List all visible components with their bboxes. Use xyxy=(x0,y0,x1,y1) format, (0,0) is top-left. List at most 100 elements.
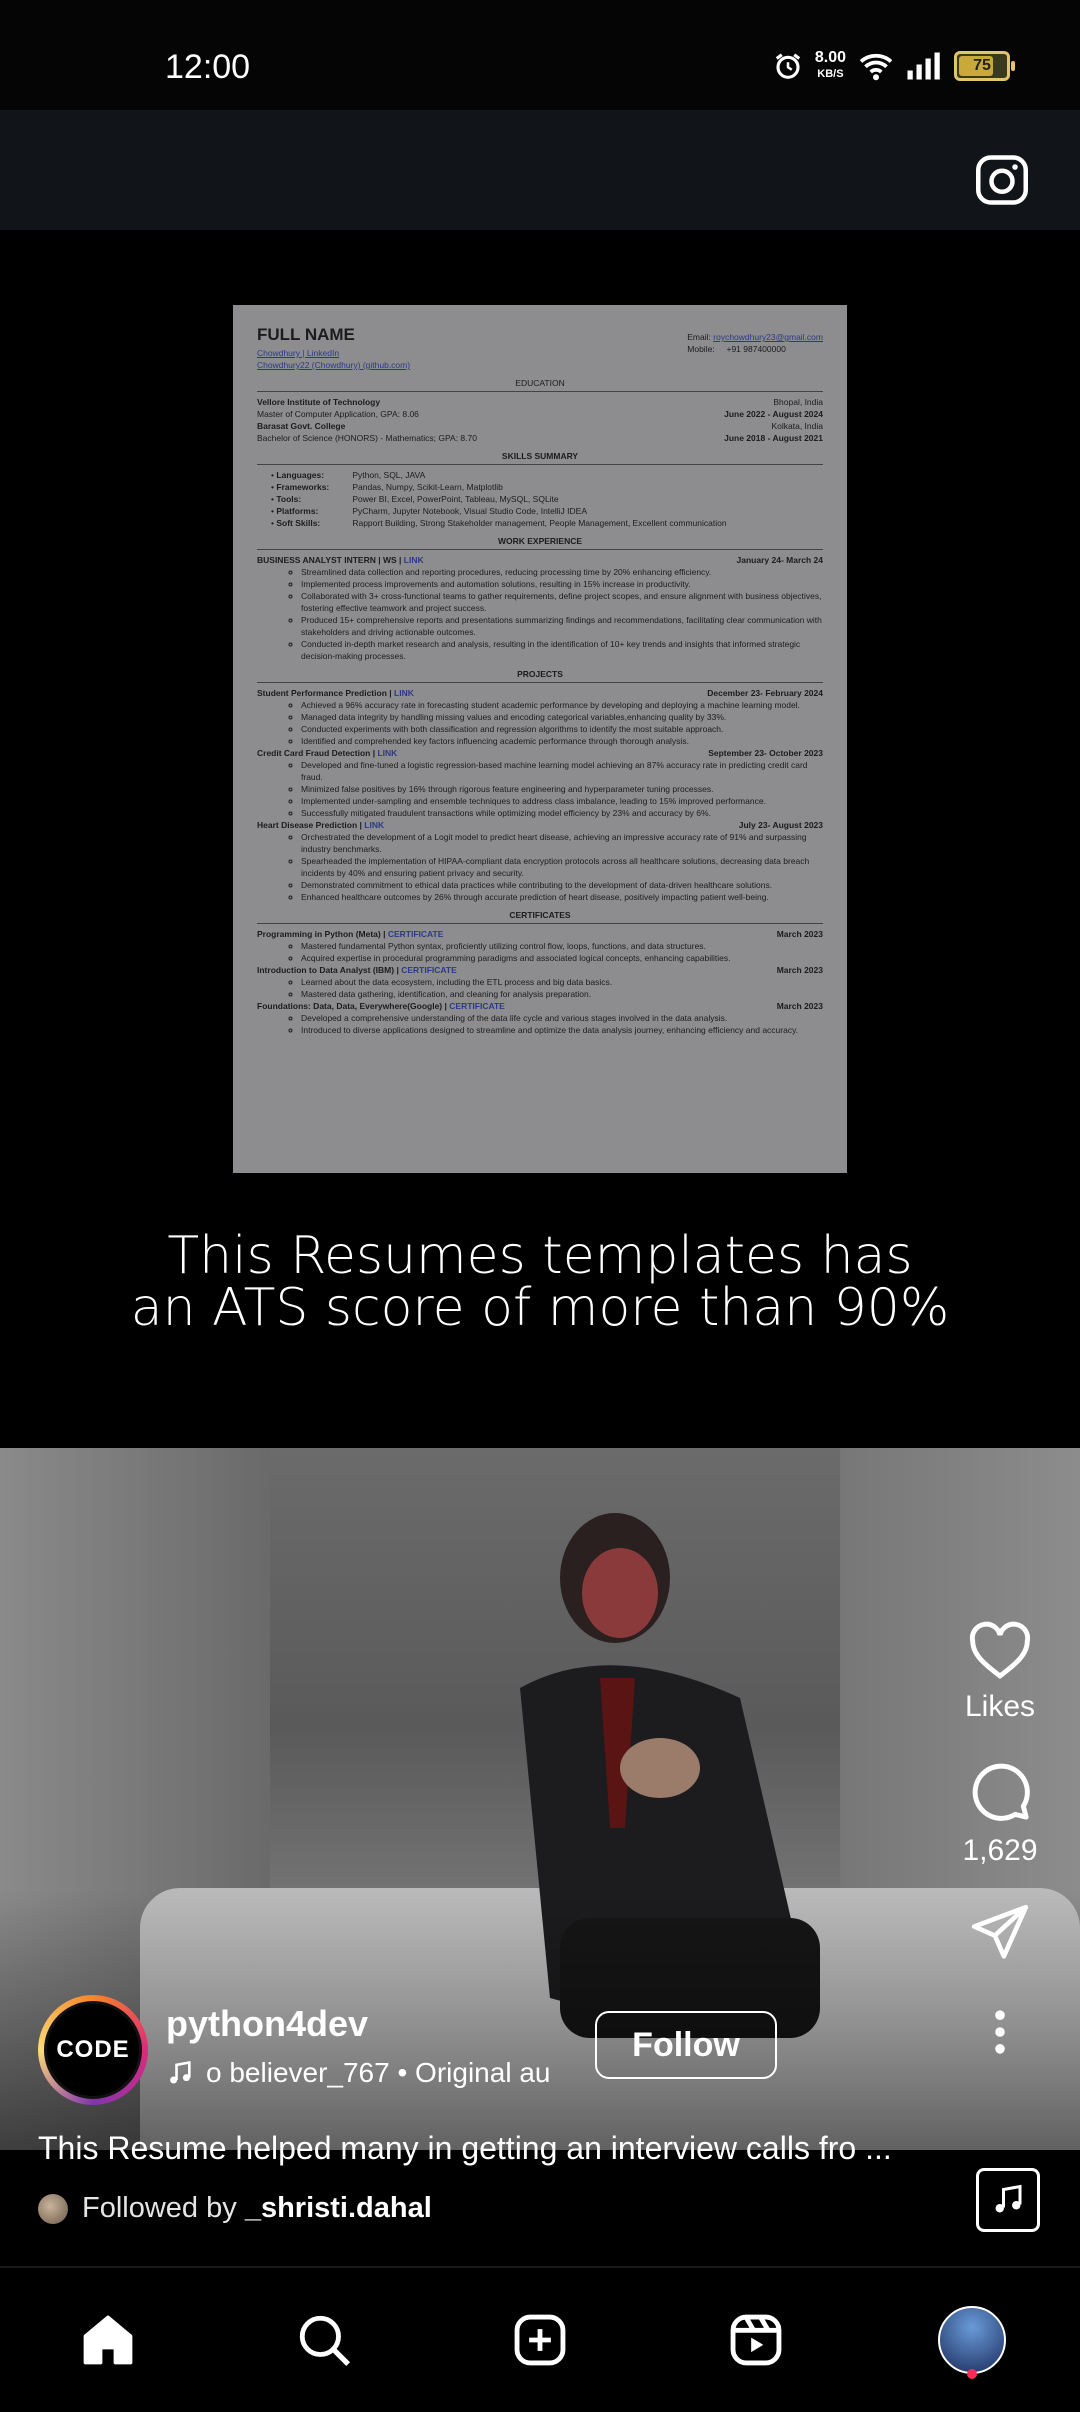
resume-bullet: Identified and comprehended key factors … xyxy=(301,735,823,747)
reel-caption-overlay: This Resumes templates has an ATS score … xyxy=(0,1230,1080,1334)
audio-info[interactable]: o believer_767 • Original au xyxy=(166,2057,550,2089)
add-post-icon xyxy=(514,2314,566,2366)
resume-certificates: Programming in Python (Meta) | CERTIFICA… xyxy=(257,928,823,1036)
resume-email: roychowdhury23@gmail.com xyxy=(713,332,823,342)
skill-value: Power BI, Excel, PowerPoint, Tableau, My… xyxy=(352,494,559,504)
skill-key: Platforms: xyxy=(276,506,319,516)
battery-indicator: 75 xyxy=(954,51,1015,81)
reels-icon xyxy=(730,2314,782,2366)
comment-icon xyxy=(972,1763,1030,1821)
resume-text: Vellore Institute of Technology xyxy=(257,397,381,407)
bottom-navigation xyxy=(0,2266,1080,2412)
followed-by[interactable]: Followed by _shristi.dahal xyxy=(38,2192,432,2225)
author-avatar[interactable]: CODE xyxy=(38,1995,148,2105)
follower-avatar xyxy=(38,2193,68,2224)
alarm-icon xyxy=(775,53,801,79)
resume-email-label: Email: xyxy=(687,332,711,342)
caption-line: an ATS score of more than 90% xyxy=(130,1278,950,1338)
resume-bullet: Produced 15+ comprehensive reports and p… xyxy=(301,614,823,638)
resume-entry-link: CERTIFICATE xyxy=(449,1001,505,1011)
resume-entry-title: Introduction to Data Analyst (IBM) | xyxy=(257,965,399,975)
comment-button[interactable]: 1,629 xyxy=(962,1758,1038,1868)
avatar-logo-text: CODE xyxy=(44,2001,142,2099)
profile-avatar xyxy=(938,2306,1006,2374)
notification-dot xyxy=(967,2369,977,2379)
resume-bullet: Mastered data gathering, identification,… xyxy=(301,988,823,1000)
resume-entry-title: Heart Disease Prediction | xyxy=(257,820,362,830)
author-username[interactable]: python4dev xyxy=(166,2003,368,2045)
resume-entry-link: LINK xyxy=(364,820,385,830)
nav-profile[interactable] xyxy=(927,2295,1017,2385)
resume-bullet: Streamlined data collection and reportin… xyxy=(301,566,823,578)
camera-button[interactable] xyxy=(972,150,1032,210)
resume-entry-link: LINK xyxy=(394,688,414,698)
follower-name: _shristi.dahal xyxy=(244,2192,432,2224)
resume-bullet: Minimized false positives by 16% through… xyxy=(301,783,823,795)
skill-value: Python, SQL, JAVA xyxy=(352,470,426,480)
speed-value: 8.00 xyxy=(814,49,846,66)
skill-key: Frameworks: xyxy=(276,482,330,492)
resume-bullet: Implemented under-sampling and ensemble … xyxy=(301,795,823,807)
resume-skills: • Languages: Python, SQL, JAVA • Framework… xyxy=(257,469,823,529)
resume-bullet: Developed a comprehensive understanding … xyxy=(301,1012,823,1024)
clock: 12:00 xyxy=(165,48,251,86)
resume-entry-date: March 2023 xyxy=(776,929,823,939)
reel-author: CODE python4dev o believer_767 • Origina… xyxy=(38,1995,988,2105)
resume-mobile-label: Mobile: xyxy=(687,344,715,354)
resume-text: LINK xyxy=(403,555,424,565)
reels-top-bar xyxy=(0,110,1080,230)
resume-bullet: Acquired expertise in procedural program… xyxy=(301,952,823,964)
signal-icon xyxy=(907,52,940,80)
followed-by-prefix: Followed by xyxy=(82,2192,237,2224)
camera-icon xyxy=(976,155,1028,205)
nav-search[interactable] xyxy=(279,2295,369,2385)
send-icon xyxy=(971,1904,1029,1959)
status-icons: 8.00 KB/S 75 xyxy=(773,49,1015,82)
resume-bullet: Developed and fine-tuned a logistic regr… xyxy=(301,759,823,783)
search-icon xyxy=(299,2315,351,2367)
original-audio-button[interactable] xyxy=(976,2168,1040,2232)
nav-reels[interactable] xyxy=(711,2295,801,2385)
resume-entry-link: CERTIFICATE xyxy=(387,929,444,939)
resume-entry-date: December 23- February 2024 xyxy=(707,688,823,698)
follow-button[interactable]: Follow xyxy=(595,2011,777,2079)
resume-skill-row: • Soft Skills: Rapport Building, Strong S… xyxy=(271,518,727,528)
nav-home[interactable] xyxy=(63,2295,153,2385)
reel-description[interactable]: This Resume helped many in getting an in… xyxy=(38,2130,958,2167)
skill-value: Pandas, Numpy, Scikit-Learn, Matplotlib xyxy=(352,482,503,492)
resume-text: June 2018 - August 2021 xyxy=(724,433,823,443)
heart-icon xyxy=(969,1621,1031,1679)
more-vertical-icon xyxy=(995,2010,1005,2054)
resume-text: Bachelor of Science (HONORS) - Mathemati… xyxy=(257,433,477,443)
resume-link: Chowdhury | LinkedIn xyxy=(257,348,340,358)
resume-entry-title: Credit Card Fraud Detection | xyxy=(257,748,376,758)
resume-bullet: Successfully mitigated fraudulent transa… xyxy=(301,807,823,819)
resume-image: FULL NAME Chowdhury | LinkedIn Chowdhury… xyxy=(233,305,847,1173)
comments-count: 1,629 xyxy=(962,1834,1038,1867)
resume-skill-row: • Frameworks: Pandas, Numpy, Scikit-Learn… xyxy=(271,482,503,492)
resume-link: Chowdhury22 (Chowdhury) (github.com) xyxy=(257,360,411,370)
audio-text: o believer_767 • Original au xyxy=(206,2057,551,2088)
home-icon xyxy=(83,2315,133,2365)
share-button[interactable] xyxy=(969,1902,1031,1964)
resume-projects: Student Performance Prediction | LINK Dec… xyxy=(257,687,823,903)
resume-skill-row: • Languages: Python, SQL, JAVA xyxy=(271,470,426,480)
skill-value: Rapport Building, Strong Stakeholder man… xyxy=(352,518,727,528)
like-button[interactable]: Likes xyxy=(965,1620,1035,1724)
resume-section-title: CERTIFICATES xyxy=(257,909,823,924)
resume-name: FULL NAME xyxy=(257,325,355,344)
resume-entry-date: July 23- August 2023 xyxy=(738,820,823,830)
music-note-icon xyxy=(170,2060,191,2084)
more-options-button[interactable] xyxy=(990,2008,1010,2061)
resume-section-title: SKILLS SUMMARY xyxy=(257,450,823,465)
resume-text: BUSINESS ANALYST INTERN | WS | xyxy=(257,555,402,565)
resume-entry-date: March 2023 xyxy=(776,1001,823,1011)
resume-entry-title: Programming in Python (Meta) | xyxy=(257,929,386,939)
resume-entry-date: March 2023 xyxy=(776,965,823,975)
resume-bullet: Implemented process improvements and aut… xyxy=(301,578,823,590)
nav-create[interactable] xyxy=(495,2295,585,2385)
resume-bullet: Enhanced healthcare outcomes by 26% thro… xyxy=(301,891,823,903)
skill-value: PyCharm, Jupyter Notebook, Visual Studio… xyxy=(352,506,587,516)
resume-text: Barasat Govt. College xyxy=(257,421,346,431)
resume-bullet: Learned about the data ecosystem, includ… xyxy=(301,976,823,988)
